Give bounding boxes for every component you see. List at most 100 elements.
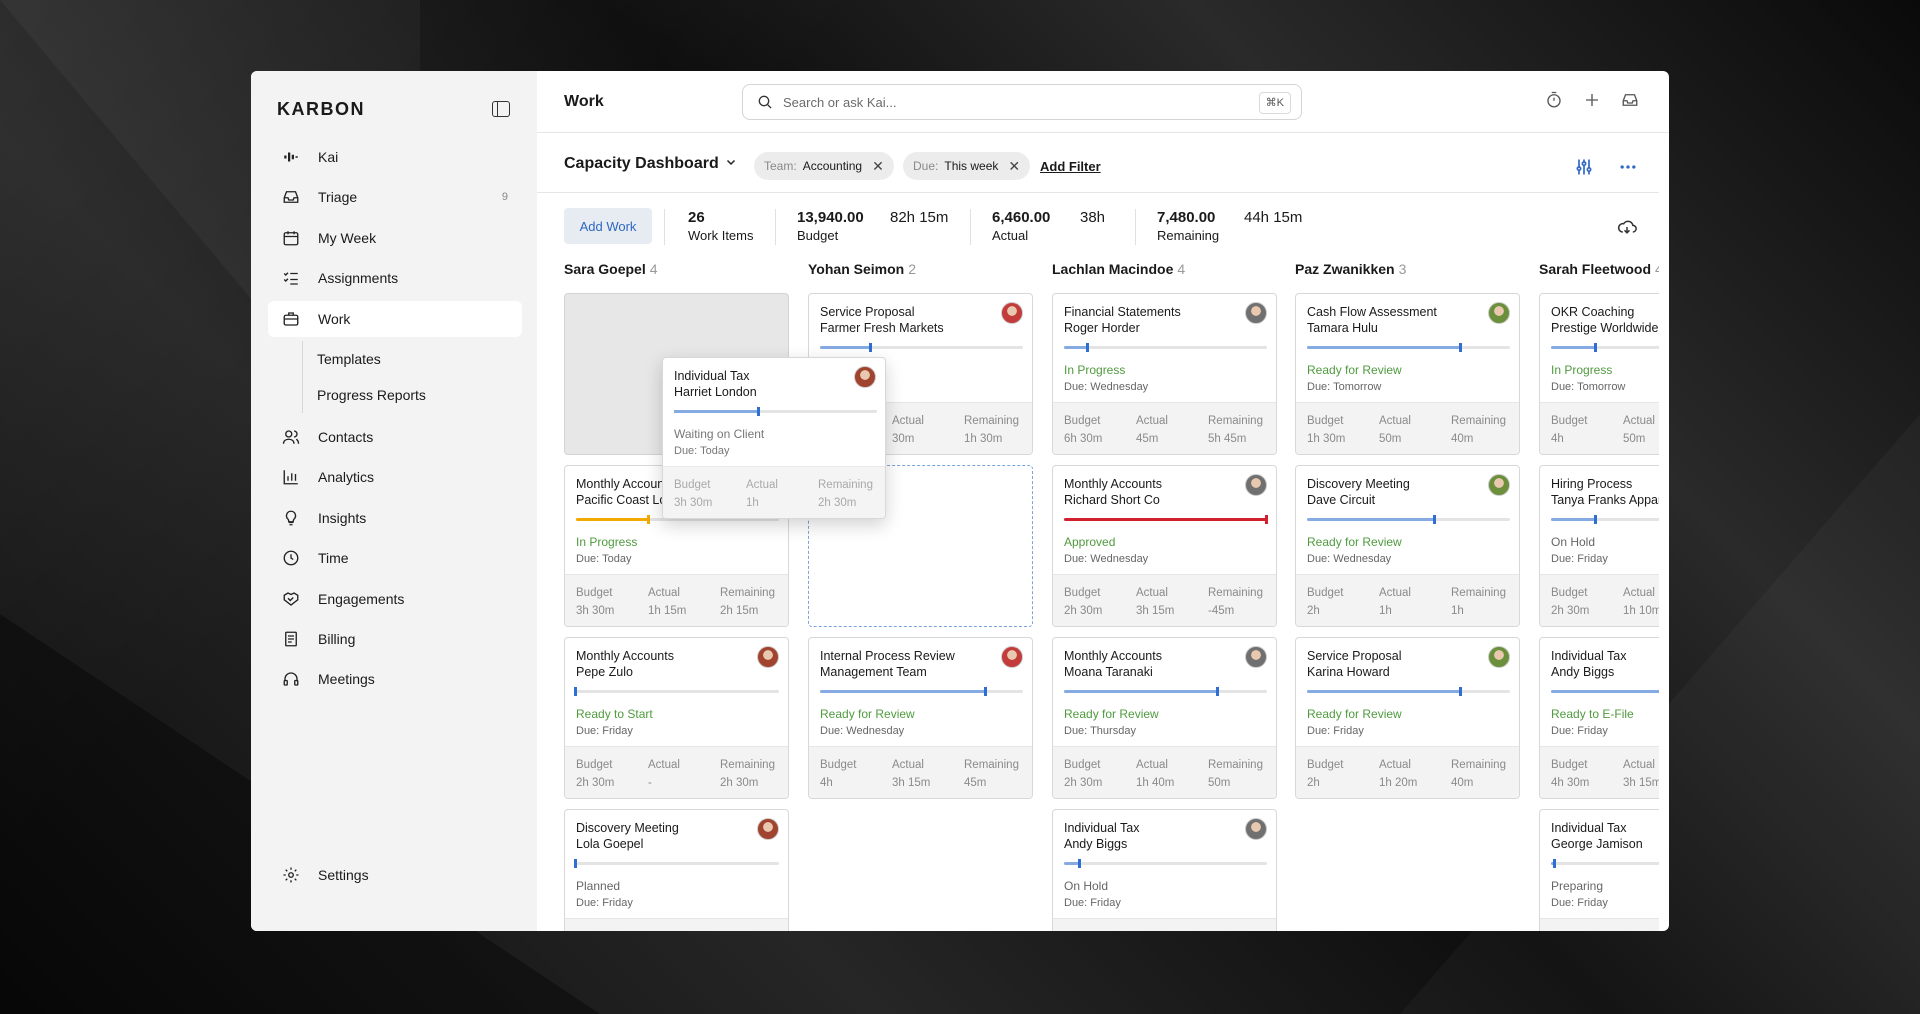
sidebar-item-billing[interactable]: Billing: [268, 621, 522, 657]
card-footer: Budget 3h 30m Actual 1h Remaining 2h 30m: [663, 466, 885, 518]
close-icon[interactable]: ✕: [1008, 158, 1020, 175]
remaining-value: -45m: [1208, 605, 1235, 617]
sidebar-item-time[interactable]: Time: [268, 540, 522, 576]
stat-label: Budget: [797, 228, 839, 243]
column-header: Paz Zwanikken 3: [1295, 261, 1521, 293]
dragging-work-card[interactable]: Individual Tax Harriet London Waiting on…: [662, 357, 886, 519]
remaining-label: Remaining: [1208, 928, 1263, 931]
work-card[interactable]: Service Proposal Karina Howard Ready for R…: [1295, 637, 1520, 799]
sidebar-item-contacts[interactable]: Contacts: [268, 419, 522, 455]
progress-fill: [1307, 346, 1462, 349]
sidebar-item-insights[interactable]: Insights: [268, 500, 522, 536]
card-client: Farmer Fresh Markets: [820, 321, 944, 335]
sidebar-item-label: Time: [318, 550, 349, 567]
search-box[interactable]: ⌘K: [742, 84, 1302, 120]
sidebar-item-analytics[interactable]: Analytics: [268, 459, 522, 495]
budget-label: Budget: [674, 479, 711, 491]
sidebar-item-work[interactable]: Work: [268, 300, 522, 337]
assignee-name: Lachlan Macindoe: [1052, 261, 1174, 277]
timer-icon[interactable]: [1545, 91, 1563, 109]
filter-value: Accounting: [802, 159, 863, 173]
work-card[interactable]: Cash Flow Assessment Tamara Hulu Ready for…: [1295, 293, 1520, 455]
inbox-icon[interactable]: [1621, 91, 1639, 109]
assignee-count: 4: [1177, 261, 1186, 277]
work-card[interactable]: Discovery Meeting Dave Circuit Ready for R…: [1295, 465, 1520, 627]
work-card[interactable]: Internal Process Review Management Team Re…: [808, 637, 1033, 799]
card-client: Harriet London: [674, 385, 757, 399]
card-status: On Hold: [1064, 879, 1109, 893]
budget-value: 4h 30m: [1551, 777, 1590, 789]
card-due: Due: Friday: [576, 725, 633, 737]
assignee-name: Paz Zwanikken: [1295, 261, 1395, 277]
inbox-icon: [282, 188, 300, 206]
sidebar-item-engagements[interactable]: Engagements: [268, 581, 522, 617]
settings-label: Settings: [318, 867, 369, 883]
card-status: Ready for Review: [1064, 707, 1159, 721]
filter-chip-team[interactable]: Team: Accounting ✕: [754, 152, 894, 180]
search-input[interactable]: [783, 94, 1301, 110]
work-card[interactable]: Individual Tax Andy Biggs Ready to E-File D…: [1539, 637, 1659, 799]
budget-value: 3h 30m: [576, 605, 615, 617]
budget-value: 6h 30m: [1064, 433, 1103, 445]
actual-value: 3h 15m: [1623, 777, 1659, 789]
card-status: Ready for Review: [1307, 363, 1402, 377]
card-client: Tanya Franks Apparel: [1551, 493, 1659, 507]
assignee-name: Sara Goepel: [564, 261, 646, 277]
column-lachlan-macindoe: Lachlan Macindoe 4 Financial Statements Rog…: [1052, 261, 1278, 931]
work-card[interactable]: Monthly Accounts Moana Taranaki Ready for …: [1052, 637, 1277, 799]
card-type: Individual Tax: [1551, 821, 1627, 835]
sliders-icon[interactable]: [1573, 157, 1595, 182]
remaining-value: 2h 30m: [818, 497, 857, 509]
assignee-count: 3: [1398, 261, 1407, 277]
actual-label: Actual: [1623, 759, 1655, 771]
lightbulb-icon: [282, 509, 300, 527]
more-icon[interactable]: [1617, 157, 1639, 182]
add-filter-link[interactable]: Add Filter: [1040, 159, 1101, 174]
avatar: [1245, 646, 1267, 668]
work-card[interactable]: OKR Coaching Prestige Worldwide In Progres…: [1539, 293, 1659, 455]
card-footer: Budget4hActual50mRemaining: [1540, 402, 1659, 454]
work-card[interactable]: Monthly Accounts Pepe Zulo Ready to Start D…: [564, 637, 789, 799]
work-card[interactable]: Discovery Meeting Lola Goepel Planned Due: …: [564, 809, 789, 931]
add-work-button[interactable]: Add Work: [564, 208, 652, 244]
dashboard-title: Capacity Dashboard: [564, 155, 719, 172]
sidebar-item-assignments[interactable]: Assignments: [268, 260, 522, 296]
sidebar-item-meetings[interactable]: Meetings: [268, 661, 522, 697]
actual-value: 1h 15m: [648, 605, 687, 617]
sidebar: KARBON Kai Triage 9 My Week Assignments Work T…: [251, 71, 537, 931]
actual-label: Actual: [648, 759, 680, 771]
cloud-download-icon[interactable]: [1617, 217, 1637, 237]
sidebar-nav: Kai Triage 9 My Week Assignments Work Template…: [268, 139, 522, 702]
card-due: Due: Wednesday: [1307, 553, 1392, 565]
progress-marker: [1086, 343, 1090, 352]
sidebar-item-label: Kai: [318, 149, 339, 165]
stat-time: 82h 15m: [890, 209, 949, 226]
work-card[interactable]: Individual Tax Andy Biggs On Hold Due: Frid…: [1052, 809, 1277, 931]
dashboard-selector[interactable]: Capacity Dashboard: [564, 155, 737, 173]
sidebar-subitem-progress-reports[interactable]: Progress Reports: [317, 377, 522, 413]
sidebar-item-my-week[interactable]: My Week: [268, 220, 522, 256]
filter-chip-due[interactable]: Due: This week ✕: [903, 152, 1031, 180]
work-card[interactable]: Individual Tax George Jamison Preparing Due…: [1539, 809, 1659, 931]
sidebar-item-settings[interactable]: Settings: [282, 866, 369, 884]
card-status: Approved: [1064, 535, 1116, 549]
close-icon[interactable]: ✕: [872, 158, 884, 175]
headset-icon: [282, 670, 300, 688]
actual-value: 45m: [1136, 433, 1159, 445]
card-footer: BudgetActualRemaining: [1540, 918, 1659, 931]
sidebar-item-label: Analytics: [318, 469, 375, 486]
work-card[interactable]: Hiring Process Tanya Franks Apparel On Hol…: [1539, 465, 1659, 627]
sidebar-item-triage[interactable]: Triage 9: [268, 179, 522, 215]
work-card[interactable]: Financial Statements Roger Horder In Progr…: [1052, 293, 1277, 455]
work-card[interactable]: Monthly Accounts Richard Short Co Approved…: [1052, 465, 1277, 627]
remaining-label: Remaining: [1451, 587, 1506, 599]
stat-value: 7,480.00: [1157, 209, 1216, 226]
card-title: Discovery Meeting Lola Goepel: [576, 820, 756, 852]
card-client: Management Team: [820, 665, 927, 679]
sidebar-toggle-icon[interactable]: [492, 101, 510, 117]
plus-icon[interactable]: [1583, 91, 1601, 109]
avatar: [757, 818, 779, 840]
sidebar-subitem-templates[interactable]: Templates: [317, 341, 522, 377]
card-type: Monthly Accounts: [1064, 477, 1162, 491]
sidebar-item-kai[interactable]: Kai: [268, 139, 522, 175]
